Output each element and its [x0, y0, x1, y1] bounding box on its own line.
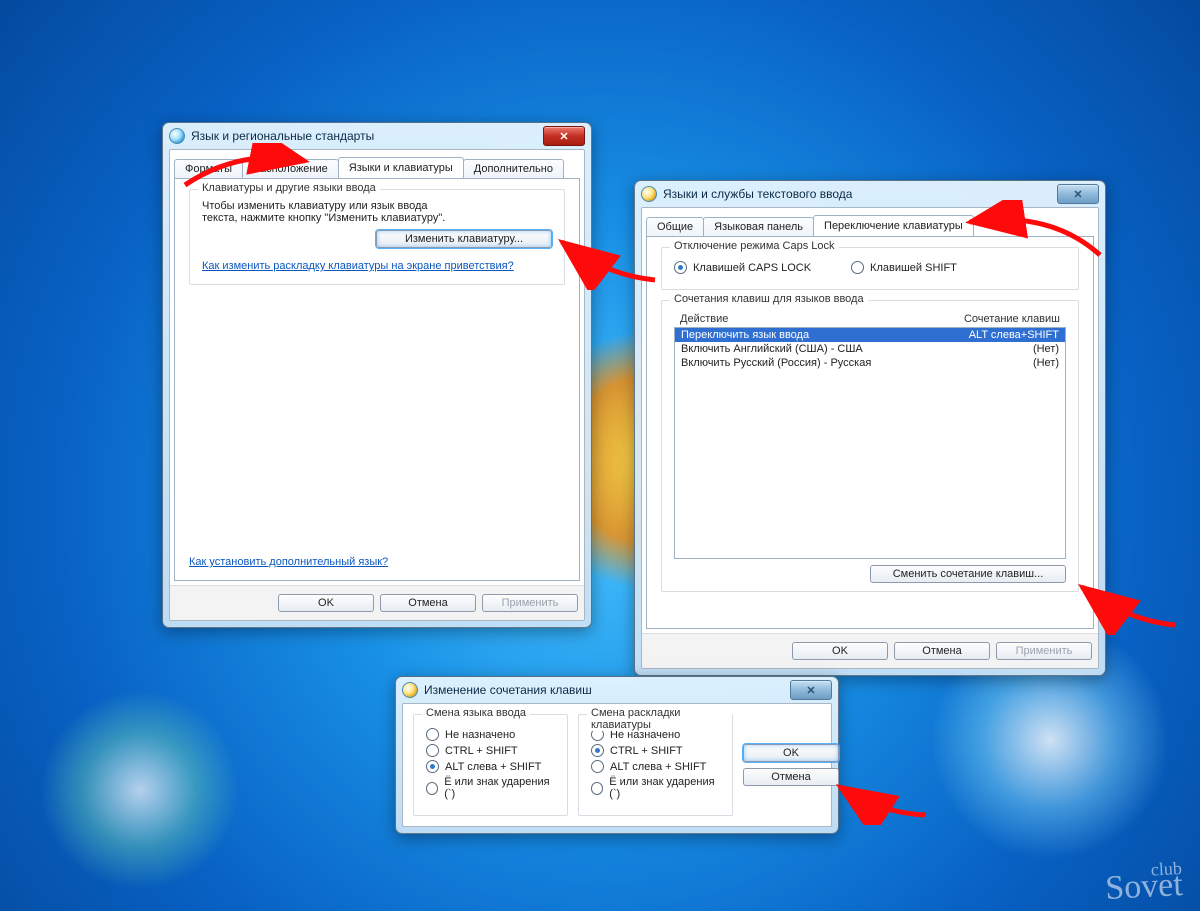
tab-bar: Общие Языковая панель Переключение клави… [646, 212, 1094, 236]
radio-label: ALT слева + SHIFT [445, 761, 541, 773]
titlebar[interactable]: Язык и региональные стандарты ✕ [163, 123, 591, 149]
tab-switch-keyboard[interactable]: Переключение клавиатуры [813, 215, 974, 236]
keyboard-layout-group: Смена раскладки клавиатуры [587, 707, 732, 731]
close-button[interactable]: ✕ [790, 680, 832, 700]
radio-label: Клавишей SHIFT [870, 262, 957, 274]
tab-general[interactable]: Общие [646, 217, 704, 236]
tab-advanced[interactable]: Дополнительно [463, 159, 564, 178]
wallpaper-flare [40, 690, 240, 890]
list-cell: ALT слева+SHIFT [949, 329, 1059, 341]
apply-button[interactable]: Применить [996, 642, 1092, 660]
change-hotkey-button[interactable]: Сменить сочетание клавиш... [870, 565, 1066, 583]
window-title: Язык и региональные стандарты [191, 129, 374, 143]
column-hotkey: Сочетание клавиш [950, 313, 1060, 325]
keyboard-icon [641, 186, 657, 202]
titlebar[interactable]: Изменение сочетания клавиш ✕ [396, 677, 838, 703]
window-title: Изменение сочетания клавиш [424, 683, 592, 697]
globe-icon [169, 128, 185, 144]
tab-location[interactable]: Расположение [242, 159, 339, 178]
ok-button[interactable]: OK [792, 642, 888, 660]
region-language-dialog: Язык и региональные стандарты ✕ Форматы … [162, 122, 592, 628]
watermark-text: Sovet [1104, 866, 1183, 907]
ok-button[interactable]: OK [743, 744, 839, 762]
list-cell: Переключить язык ввода [681, 329, 949, 341]
radio-grave-accent[interactable]: Ё или знак ударения (`) [591, 776, 720, 800]
radio-label: Не назначено [445, 729, 515, 741]
radio-capslock-key[interactable]: Клавишей CAPS LOCK [674, 261, 811, 274]
radio-alt-shift[interactable]: ALT слева + SHIFT [591, 760, 720, 773]
radio-ctrl-shift[interactable]: CTRL + SHIFT [426, 744, 555, 757]
group-description: Чтобы изменить клавиатуру или язык ввода… [202, 200, 462, 224]
close-button[interactable]: ✕ [1057, 184, 1099, 204]
tab-keyboards[interactable]: Языки и клавиатуры [338, 157, 464, 178]
list-cell: Включить Русский (Россия) - Русская [681, 357, 949, 369]
list-item[interactable]: Включить Английский (США) - США (Нет) [675, 342, 1065, 356]
input-language-group: Смена языка ввода [422, 707, 530, 719]
list-cell: (Нет) [949, 357, 1059, 369]
hotkey-list[interactable]: Переключить язык ввода ALT слева+SHIFT В… [674, 327, 1066, 559]
hotkeys-group-label: Сочетания клавиш для языков ввода [670, 293, 868, 305]
window-title: Языки и службы текстового ввода [663, 187, 852, 201]
radio-grave-accent[interactable]: Ё или знак ударения (`) [426, 776, 555, 800]
tab-language-bar[interactable]: Языковая панель [703, 217, 814, 236]
cancel-button[interactable]: Отмена [743, 768, 839, 786]
tab-bar: Форматы Расположение Языки и клавиатуры … [174, 154, 580, 178]
capslock-group-label: Отключение режима Caps Lock [670, 240, 839, 252]
list-item[interactable]: Переключить язык ввода ALT слева+SHIFT [675, 328, 1065, 342]
radio-ctrl-shift[interactable]: CTRL + SHIFT [591, 744, 720, 757]
titlebar[interactable]: Языки и службы текстового ввода ✕ [635, 181, 1105, 207]
change-keyboard-button[interactable]: Изменить клавиатуру... [376, 230, 552, 248]
apply-button[interactable]: Применить [482, 594, 578, 612]
radio-none[interactable]: Не назначено [426, 728, 555, 741]
link-install-language[interactable]: Как установить дополнительный язык? [189, 556, 388, 568]
text-services-dialog: Языки и службы текстового ввода ✕ Общие … [634, 180, 1106, 676]
watermark: club Sovet [1104, 860, 1183, 905]
list-cell: Включить Английский (США) - США [681, 343, 949, 355]
column-action: Действие [680, 313, 950, 325]
radio-label: Клавишей CAPS LOCK [693, 262, 811, 274]
radio-label: ALT слева + SHIFT [610, 761, 706, 773]
radio-label: Ё или знак ударения (`) [444, 776, 555, 800]
radio-label: Ё или знак ударения (`) [609, 776, 720, 800]
ok-button[interactable]: OK [278, 594, 374, 612]
cancel-button[interactable]: Отмена [894, 642, 990, 660]
radio-label: CTRL + SHIFT [445, 745, 518, 757]
keyboard-icon [402, 682, 418, 698]
link-welcome-screen-layout[interactable]: Как изменить раскладку клавиатуры на экр… [202, 260, 514, 272]
list-cell: (Нет) [949, 343, 1059, 355]
close-button[interactable]: ✕ [543, 126, 585, 146]
cancel-button[interactable]: Отмена [380, 594, 476, 612]
list-item[interactable]: Включить Русский (Россия) - Русская (Нет… [675, 356, 1065, 370]
radio-alt-shift[interactable]: ALT слева + SHIFT [426, 760, 555, 773]
radio-label: CTRL + SHIFT [610, 745, 683, 757]
group-heading: Клавиатуры и другие языки ввода [198, 182, 380, 194]
change-hotkey-dialog: Изменение сочетания клавиш ✕ Смена языка… [395, 676, 839, 834]
annotation-arrow [830, 775, 930, 825]
tab-formats[interactable]: Форматы [174, 159, 243, 178]
radio-shift-key[interactable]: Клавишей SHIFT [851, 261, 957, 274]
